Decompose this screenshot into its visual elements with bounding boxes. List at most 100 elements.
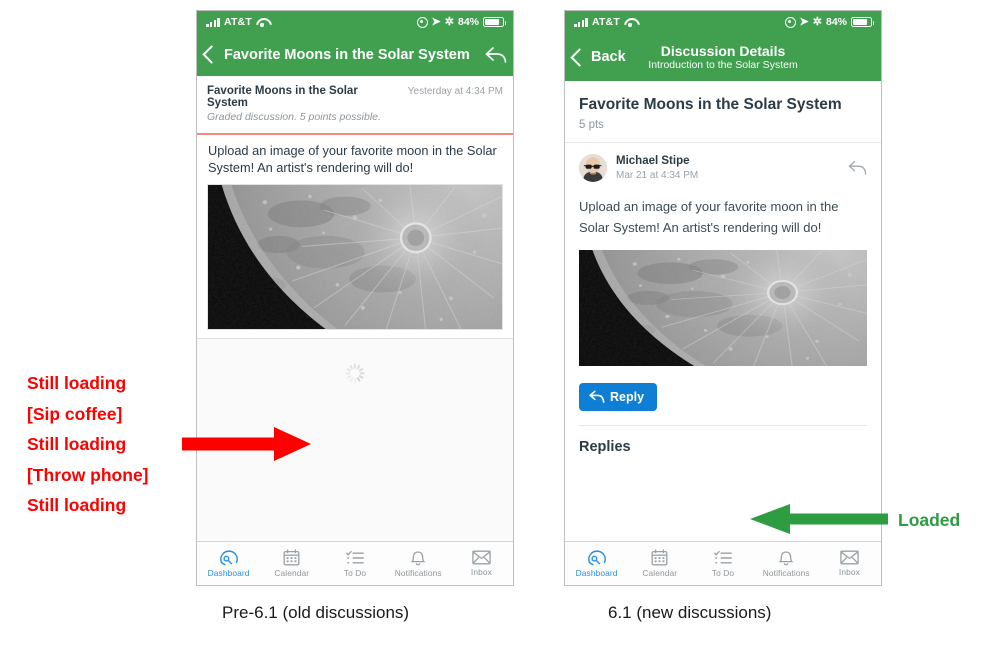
moon-photograph <box>207 183 503 330</box>
dashboard-gauge-icon <box>587 550 606 566</box>
loading-spinner-icon <box>344 363 366 387</box>
alarm-clock-icon <box>416 16 428 28</box>
tab-label: To Do <box>711 567 735 578</box>
nav-title: Favorite Moons in the Solar System <box>224 46 470 63</box>
reply-arrow-icon[interactable] <box>485 46 507 64</box>
phone-6-1: AT&T ➤ ✲ 84% Back Discussion Details Int… <box>564 10 882 586</box>
reply-button-label: Reply <box>610 390 645 404</box>
annotation-line: Still loading <box>27 434 127 454</box>
status-bar-right: AT&T ➤ ✲ 84% <box>565 11 881 33</box>
status-bar-left: AT&T ➤ ✲ 84% <box>197 11 513 33</box>
post-date: Mar 21 at 4:34 PM <box>616 170 699 181</box>
moon-photograph <box>579 250 867 366</box>
attachment-wrapper-left <box>197 183 513 330</box>
annotation-loaded-label: Loaded <box>898 510 961 530</box>
chevron-left-icon[interactable] <box>202 45 221 64</box>
author-row: Michael Stipe Mar 21 at 4:34 PM <box>565 143 881 182</box>
bluetooth-icon: ✲ <box>444 15 454 28</box>
author-meta: Michael Stipe Mar 21 at 4:34 PM <box>616 154 848 182</box>
annotation-line: [Sip coffee] <box>27 403 123 424</box>
discussion-message: Upload an image of your favorite moon in… <box>208 142 497 175</box>
tab-dashboard[interactable]: Dashboard <box>565 549 628 578</box>
discussion-points-note: Graded discussion. 5 points possible. <box>207 111 381 123</box>
caption-right: 6.1 (new discussions) <box>608 603 772 622</box>
back-button-label[interactable]: Back <box>591 49 626 65</box>
status-bar-right-group: ➤ ✲ 84% <box>416 15 507 28</box>
caption-left: Pre-6.1 (old discussions) <box>222 603 410 622</box>
discussion-title-row: Favorite Moons in the Solar System Yeste… <box>207 85 503 109</box>
tab-label: Dashboard <box>575 568 618 578</box>
reply-button[interactable]: Reply <box>579 383 658 411</box>
tab-label: Calendar <box>642 568 678 578</box>
wifi-icon <box>624 17 636 27</box>
bell-icon <box>778 551 794 566</box>
tab-notifications[interactable]: Notifications <box>387 549 450 578</box>
envelope-icon <box>840 550 859 565</box>
tab-todo[interactable]: To Do <box>323 550 386 578</box>
battery-icon <box>483 17 507 27</box>
calendar-icon <box>651 549 668 566</box>
tab-label: Dashboard <box>207 568 250 578</box>
bell-icon <box>410 551 426 566</box>
chevron-left-icon[interactable] <box>570 47 589 67</box>
discussion-points: 5 pts <box>579 119 604 131</box>
discussion-title: Favorite Moons in the Solar System <box>207 85 358 109</box>
replies-heading: Replies <box>579 439 631 455</box>
signal-bars-icon <box>574 17 588 27</box>
arrow-left-icon <box>750 504 888 534</box>
carrier-label: AT&T <box>591 16 620 28</box>
envelope-icon <box>472 550 491 565</box>
nav-bar-left: Favorite Moons in the Solar System <box>197 33 513 76</box>
annotation-line: [Throw phone] <box>27 464 149 485</box>
tab-todo[interactable]: To Do <box>691 550 754 578</box>
tab-label: To Do <box>343 567 367 578</box>
annotation-line: Still loading <box>27 495 127 515</box>
annotation-line: Still loading <box>27 373 127 393</box>
avatar-image <box>579 154 607 182</box>
battery-percent-label: 84% <box>825 16 847 28</box>
reply-arrow-icon[interactable] <box>848 160 867 176</box>
discussion-date: Yesterday at 4:34 PM <box>407 86 503 97</box>
status-bar-right-group: ➤ ✲ 84% <box>784 15 875 28</box>
author-name: Michael Stipe <box>616 155 690 167</box>
discussion-header-left: Favorite Moons in the Solar System Yeste… <box>197 76 513 128</box>
phone-pre-6-1: AT&T ➤ ✲ 84% Favorite Moons in the Solar… <box>196 10 514 586</box>
tab-bar-left[interactable]: Dashboard Calendar To Do Notifications I… <box>197 541 513 585</box>
tab-label: Calendar <box>274 568 310 578</box>
left-phone-content: Favorite Moons in the Solar System Yeste… <box>197 76 513 585</box>
tab-calendar[interactable]: Calendar <box>260 549 323 578</box>
discussion-header-right: Favorite Moons in the Solar System 5 pts <box>565 81 881 143</box>
user-avatar[interactable] <box>579 154 607 182</box>
tab-notifications[interactable]: Notifications <box>755 549 818 578</box>
wifi-icon <box>256 17 268 27</box>
discussion-title: Favorite Moons in the Solar System <box>579 96 842 113</box>
tab-label: Inbox <box>470 567 492 577</box>
tab-inbox[interactable]: Inbox <box>450 550 513 577</box>
status-bar-left-group: AT&T <box>206 16 268 28</box>
battery-percent-label: 84% <box>457 16 479 28</box>
alarm-clock-icon <box>784 16 796 28</box>
signal-bars-icon <box>206 17 220 27</box>
checklist-icon <box>714 550 732 564</box>
tab-inbox[interactable]: Inbox <box>818 550 881 577</box>
status-bar-left-group: AT&T <box>574 16 636 28</box>
nav-bar-right: Back Discussion Details Introduction to … <box>565 33 881 81</box>
location-arrow-icon: ➤ <box>799 15 809 28</box>
tab-label: Notifications <box>394 568 442 578</box>
tab-label: Notifications <box>762 568 810 578</box>
tab-dashboard[interactable]: Dashboard <box>197 549 260 578</box>
dashboard-gauge-icon <box>219 550 238 566</box>
calendar-icon <box>283 549 300 566</box>
battery-icon <box>851 17 875 27</box>
discussion-message: Upload an image of your favorite moon in… <box>579 199 839 235</box>
bluetooth-icon: ✲ <box>812 15 822 28</box>
attachment-wrapper-right <box>565 250 881 366</box>
checklist-icon <box>346 550 364 564</box>
tab-label: Inbox <box>838 567 860 577</box>
location-arrow-icon: ➤ <box>431 15 441 28</box>
annotation-loading-text: Still loading [Sip coffee] Still loading [T… <box>27 368 192 521</box>
tab-calendar[interactable]: Calendar <box>628 549 691 578</box>
carrier-label: AT&T <box>223 16 252 28</box>
arrow-right-icon <box>182 427 311 461</box>
tab-bar-right[interactable]: Dashboard Calendar To Do Notifications I… <box>565 541 881 585</box>
